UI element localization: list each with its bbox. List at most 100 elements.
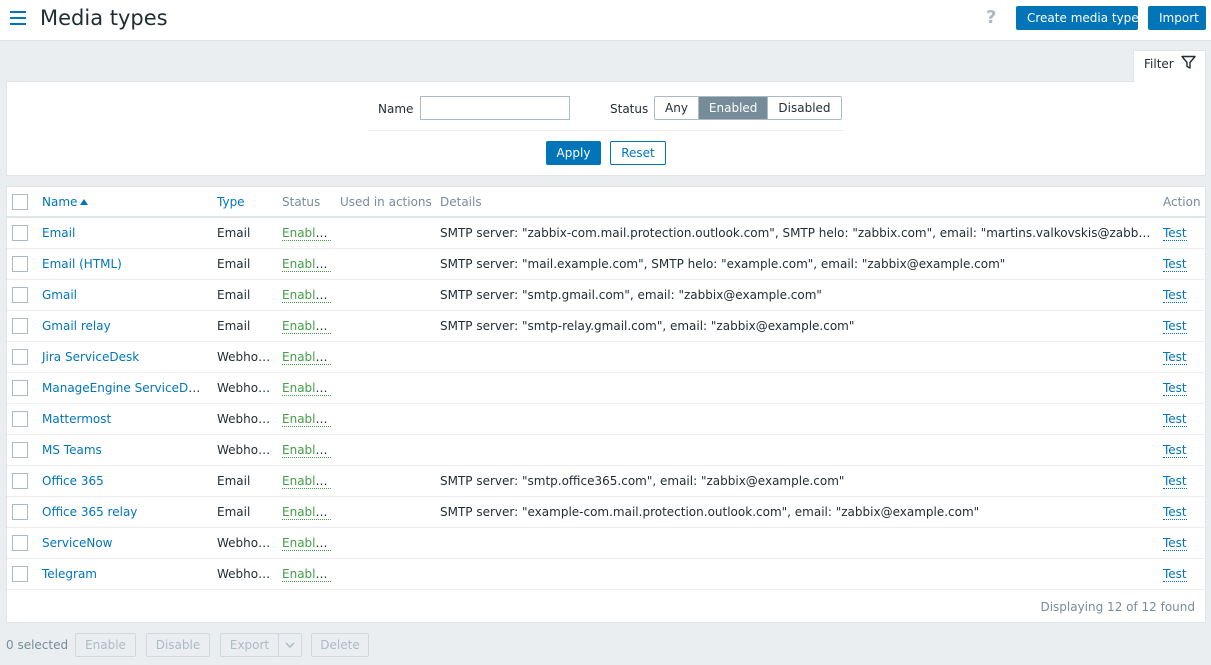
disable-button[interactable]: Disable (146, 633, 210, 657)
help-icon[interactable]: ? (986, 7, 996, 28)
status-toggle-link[interactable]: Enabled (282, 225, 331, 241)
status-toggle-link[interactable]: Enabled (282, 566, 331, 582)
row-checkbox[interactable] (12, 472, 28, 489)
media-type-name-link[interactable]: Email (HTML) (42, 257, 122, 271)
row-name-cell: Gmail relay (37, 310, 212, 342)
test-link[interactable]: Test (1163, 349, 1187, 365)
test-link[interactable]: Test (1163, 380, 1187, 396)
reset-button[interactable]: Reset (610, 141, 666, 165)
test-link[interactable]: Test (1163, 442, 1187, 458)
selected-count: 0 selected (6, 638, 69, 652)
row-type: Email (212, 248, 277, 280)
row-checkbox-cell (7, 558, 37, 590)
status-toggle-link[interactable]: Enabled (282, 287, 331, 303)
status-toggle-link[interactable]: Enabled (282, 535, 331, 551)
test-link[interactable]: Test (1163, 287, 1187, 303)
row-action-cell: Test (1158, 279, 1207, 311)
test-link[interactable]: Test (1163, 473, 1187, 489)
row-name-cell: ServiceNow (37, 527, 212, 559)
media-type-name-link[interactable]: Office 365 relay (42, 505, 137, 519)
row-checkbox-cell (7, 310, 37, 342)
status-toggle-link[interactable]: Enabled (282, 256, 331, 272)
row-type: Webhook (212, 434, 277, 466)
media-type-name-link[interactable]: Gmail (42, 288, 77, 302)
row-used-in-actions (335, 465, 435, 497)
test-link[interactable]: Test (1163, 318, 1187, 334)
status-toggle-link[interactable]: Enabled (282, 318, 331, 334)
filter-name-label: Name (378, 102, 414, 116)
export-dropdown-button[interactable] (278, 633, 302, 657)
status-toggle-link[interactable]: Enabled (282, 349, 331, 365)
media-type-name-link[interactable]: Office 365 (42, 474, 104, 488)
row-type: Email (212, 217, 277, 249)
status-toggle-link[interactable]: Enabled (282, 504, 331, 520)
row-checkbox[interactable] (12, 348, 28, 365)
row-name-cell: Email (37, 217, 212, 249)
row-checkbox[interactable] (12, 286, 28, 303)
row-checkbox[interactable] (12, 441, 28, 458)
test-link[interactable]: Test (1163, 504, 1187, 520)
select-all-checkbox[interactable] (12, 193, 28, 210)
media-type-name-link[interactable]: Telegram (42, 567, 97, 581)
media-type-name-link[interactable]: Jira ServiceDesk (42, 350, 139, 364)
media-type-name-link[interactable]: Email (42, 226, 75, 240)
row-checkbox[interactable] (12, 565, 28, 582)
status-toggle-link[interactable]: Enabled (282, 473, 331, 489)
column-header-details: Details (435, 187, 1158, 218)
media-type-name-link[interactable]: ServiceNow (42, 536, 112, 550)
export-button[interactable]: Export (220, 633, 279, 657)
import-button[interactable]: Import (1148, 6, 1206, 30)
media-type-name-link[interactable]: Mattermost (42, 412, 111, 426)
filter-divider (368, 130, 844, 131)
status-option-any[interactable]: Any (655, 97, 698, 119)
media-type-name-link[interactable]: ManageEngine ServiceDesk (42, 381, 209, 395)
row-action-cell: Test (1158, 434, 1207, 466)
column-header-name[interactable]: Name (37, 187, 212, 218)
test-link[interactable]: Test (1163, 256, 1187, 272)
media-types-table-container: Name Type Status Used in actions Details… (6, 186, 1207, 623)
create-media-type-button[interactable]: Create media type (1016, 6, 1139, 30)
row-checkbox-cell (7, 496, 37, 528)
status-option-disabled[interactable]: Disabled (767, 97, 841, 119)
test-link[interactable]: Test (1163, 411, 1187, 427)
test-link[interactable]: Test (1163, 566, 1187, 582)
test-link[interactable]: Test (1163, 225, 1187, 241)
row-name-cell: Telegram (37, 558, 212, 590)
column-header-type[interactable]: Type (212, 187, 277, 218)
row-name-cell: MS Teams (37, 434, 212, 466)
row-checkbox[interactable] (12, 534, 28, 551)
row-checkbox[interactable] (12, 224, 28, 241)
status-option-enabled[interactable]: Enabled (697, 97, 768, 119)
enable-button[interactable]: Enable (75, 633, 136, 657)
row-status-cell: Enabled (277, 558, 335, 590)
media-type-name-link[interactable]: MS Teams (42, 443, 102, 457)
test-link[interactable]: Test (1163, 535, 1187, 551)
filter-panel: Name Status Any Enabled Disabled Apply R… (6, 81, 1206, 176)
table-header-row: Name Type Status Used in actions Details… (7, 187, 1207, 218)
status-toggle-link[interactable]: Enabled (282, 411, 331, 427)
column-header-status: Status (277, 187, 335, 218)
row-checkbox-cell (7, 279, 37, 311)
status-toggle-link[interactable]: Enabled (282, 380, 331, 396)
row-checkbox[interactable] (12, 317, 28, 334)
apply-button[interactable]: Apply (546, 141, 601, 165)
delete-button[interactable]: Delete (311, 633, 369, 657)
hamburger-menu-icon[interactable] (10, 11, 26, 25)
row-used-in-actions (335, 279, 435, 311)
row-checkbox-cell (7, 248, 37, 280)
row-checkbox[interactable] (12, 410, 28, 427)
media-type-name-link[interactable]: Gmail relay (42, 319, 111, 333)
row-action-cell: Test (1158, 465, 1207, 497)
row-details: SMTP server: "smtp-relay.gmail.com", ema… (435, 310, 1158, 342)
row-type: Email (212, 310, 277, 342)
row-used-in-actions (335, 341, 435, 373)
row-action-cell: Test (1158, 527, 1207, 559)
filter-name-input[interactable] (420, 96, 570, 120)
row-checkbox[interactable] (12, 379, 28, 396)
status-toggle-link[interactable]: Enabled (282, 442, 331, 458)
row-checkbox[interactable] (12, 503, 28, 520)
filter-tab[interactable]: Filter (1133, 50, 1206, 82)
row-checkbox[interactable] (12, 255, 28, 272)
chevron-down-icon (285, 642, 295, 648)
row-details (435, 527, 1158, 559)
